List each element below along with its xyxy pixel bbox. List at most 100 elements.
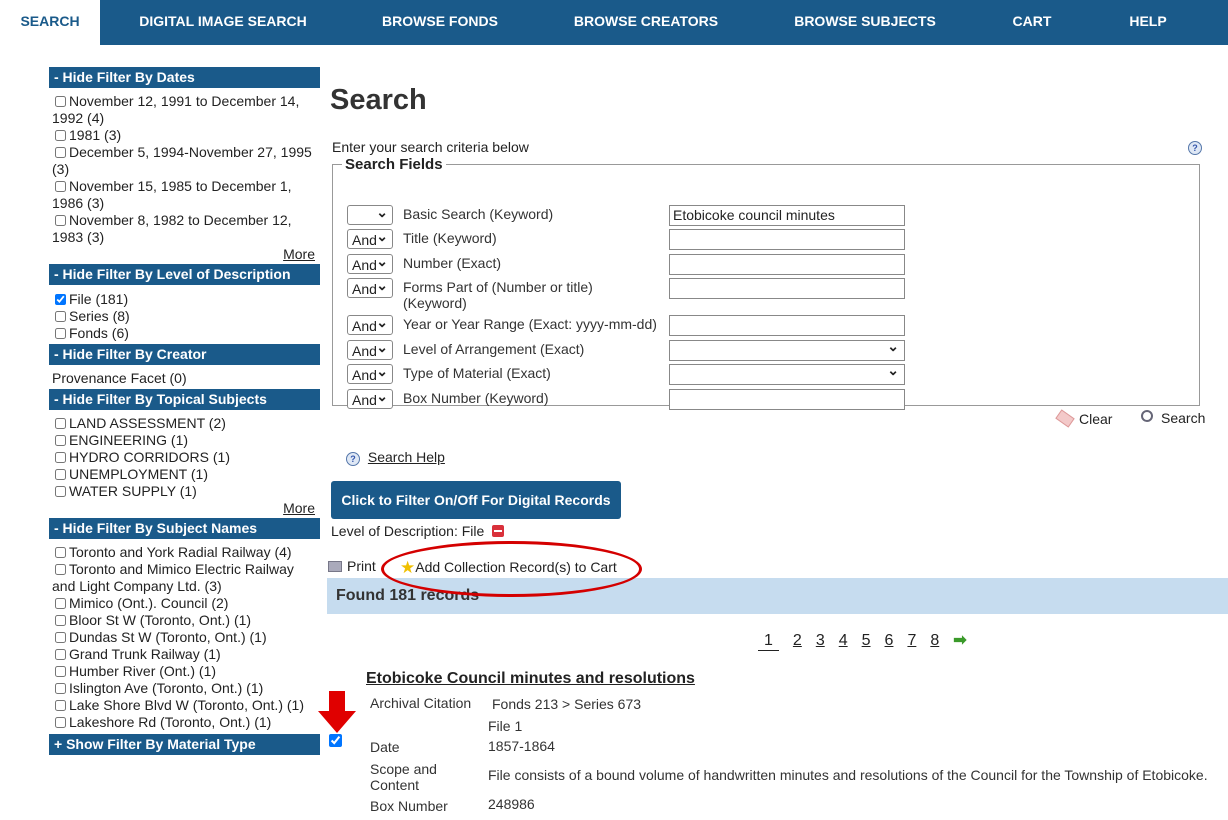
number-input[interactable] [669, 254, 905, 275]
tab-search[interactable]: SEARCH [0, 0, 100, 45]
page-link[interactable]: 8 [930, 632, 939, 650]
filter-checkbox[interactable] [55, 547, 66, 558]
search-help-link[interactable]: ? Search Help [346, 449, 445, 466]
filter-label: HYDRO CORRIDORS (1) [69, 449, 231, 465]
box-number-input[interactable] [669, 389, 905, 410]
filter-item[interactable]: Lake Shore Blvd W (Toronto, Ont.) (1) [49, 697, 320, 714]
filter-level-header[interactable]: - Hide Filter By Level of Description [49, 264, 320, 285]
filter-checkbox[interactable] [55, 632, 66, 643]
record-title-link[interactable]: Etobicoke Council minutes and resolution… [366, 670, 695, 688]
basic-search-input[interactable]: Etobicoke council minutes [669, 205, 905, 226]
filter-item[interactable]: Dundas St W (Toronto, Ont.) (1) [49, 629, 320, 646]
filter-checkbox[interactable] [55, 96, 66, 107]
filter-checkbox[interactable] [55, 666, 66, 677]
next-arrow-icon[interactable]: ➡ [953, 630, 966, 650]
filter-label: November 12, 1991 to December 14, 1992 (… [52, 93, 300, 126]
filter-checkbox[interactable] [55, 469, 66, 480]
filter-names-header[interactable]: - Hide Filter By Subject Names [49, 518, 320, 539]
topical-more-link[interactable]: More [49, 500, 320, 516]
tab-browse-creators[interactable]: BROWSE CREATORS [566, 0, 726, 45]
filter-item[interactable]: LAND ASSESSMENT (2) [49, 415, 320, 432]
filter-checkbox[interactable] [55, 328, 66, 339]
search-button[interactable]: Search [1141, 410, 1205, 426]
filter-item[interactable]: 1981 (3) [49, 127, 320, 144]
operator-select[interactable]: And [347, 251, 393, 274]
tab-digital-image-search[interactable]: DIGITAL IMAGE SEARCH [130, 0, 316, 45]
title-input[interactable] [669, 229, 905, 250]
page-link[interactable]: 3 [816, 632, 825, 650]
operator-select[interactable]: And [347, 361, 393, 384]
remove-filter-icon[interactable] [492, 525, 505, 537]
record-select-checkbox[interactable] [329, 734, 342, 747]
filter-checkbox[interactable] [55, 564, 66, 575]
filter-label: Lake Shore Blvd W (Toronto, Ont.) (1) [69, 697, 304, 713]
tab-cart[interactable]: CART [1002, 0, 1062, 45]
filter-item[interactable]: ENGINEERING (1) [49, 432, 320, 449]
page-link[interactable]: 1 [758, 632, 779, 651]
filter-item[interactable]: Toronto and York Radial Railway (4) [49, 544, 320, 561]
filter-item[interactable]: November 12, 1991 to December 14, 1992 (… [49, 93, 320, 127]
dates-more-link[interactable]: More [49, 246, 320, 262]
filter-checkbox[interactable] [55, 452, 66, 463]
tab-browse-subjects[interactable]: BROWSE SUBJECTS [786, 0, 944, 45]
filter-checkbox[interactable] [55, 130, 66, 141]
filter-checkbox[interactable] [55, 215, 66, 226]
page-link[interactable]: 7 [907, 632, 916, 650]
filter-item[interactable]: Mimico (Ont.). Council (2) [49, 595, 320, 612]
filter-item[interactable]: Series (8) [49, 308, 320, 325]
filter-item[interactable]: Islington Ave (Toronto, Ont.) (1) [49, 680, 320, 697]
filter-item[interactable]: File (181) [49, 291, 320, 308]
page-link[interactable]: 5 [862, 632, 871, 650]
help-icon[interactable]: ? [1188, 141, 1202, 155]
filter-item[interactable]: Toronto and Mimico Electric Railway and … [49, 561, 320, 595]
filter-checkbox[interactable] [55, 683, 66, 694]
filter-checkbox[interactable] [55, 147, 66, 158]
filter-topical-header[interactable]: - Hide Filter By Topical Subjects [49, 389, 320, 410]
filter-item[interactable]: Lakeshore Rd (Toronto, Ont.) (1) [49, 714, 320, 731]
filter-creator-header[interactable]: - Hide Filter By Creator [49, 344, 320, 365]
filter-item[interactable]: Fonds (6) [49, 325, 320, 342]
operator-select[interactable] [347, 202, 393, 225]
filter-item[interactable]: December 5, 1994-November 27, 1995 (3) [49, 144, 320, 178]
filter-item[interactable]: UNEMPLOYMENT (1) [49, 466, 320, 483]
filter-checkbox[interactable] [55, 418, 66, 429]
type-of-material-select[interactable] [669, 361, 905, 385]
year-range-input[interactable] [669, 315, 905, 336]
filter-item[interactable]: Bloor St W (Toronto, Ont.) (1) [49, 612, 320, 629]
operator-select[interactable]: And [347, 337, 393, 360]
filter-label: Islington Ave (Toronto, Ont.) (1) [69, 680, 264, 696]
filter-item[interactable]: November 8, 1982 to December 12, 1983 (3… [49, 212, 320, 246]
filter-item[interactable]: HYDRO CORRIDORS (1) [49, 449, 320, 466]
filter-item[interactable]: Grand Trunk Railway (1) [49, 646, 320, 663]
forms-part-of-input[interactable] [669, 278, 905, 299]
filter-material-header[interactable]: + Show Filter By Material Type [49, 734, 320, 755]
operator-select[interactable]: And [347, 386, 393, 409]
filter-checkbox[interactable] [55, 649, 66, 660]
digital-records-toggle-button[interactable]: Click to Filter On/Off For Digital Recor… [331, 481, 621, 519]
filter-checkbox[interactable] [55, 294, 66, 305]
filter-checkbox[interactable] [55, 598, 66, 609]
page-link[interactable]: 6 [885, 632, 894, 650]
filter-item[interactable]: WATER SUPPLY (1) [49, 483, 320, 500]
filter-dates-header[interactable]: - Hide Filter By Dates [49, 67, 320, 88]
operator-select[interactable]: And [347, 275, 393, 298]
level-of-arrangement-select[interactable] [669, 337, 905, 361]
field-label: Year or Year Range (Exact: yyyy-mm-dd) [403, 316, 657, 332]
tab-browse-fonds[interactable]: BROWSE FONDS [370, 0, 510, 45]
page-link[interactable]: 2 [793, 632, 802, 650]
print-button[interactable]: Print [328, 558, 376, 574]
clear-button[interactable]: Clear [1055, 409, 1112, 428]
filter-item[interactable]: November 15, 1985 to December 1, 1986 (3… [49, 178, 320, 212]
filter-checkbox[interactable] [55, 700, 66, 711]
page-link[interactable]: 4 [839, 632, 848, 650]
filter-item[interactable]: Humber River (Ont.) (1) [49, 663, 320, 680]
filter-checkbox[interactable] [55, 181, 66, 192]
filter-checkbox[interactable] [55, 311, 66, 322]
operator-select[interactable]: And [347, 226, 393, 249]
filter-checkbox[interactable] [55, 435, 66, 446]
filter-checkbox[interactable] [55, 717, 66, 728]
filter-checkbox[interactable] [55, 486, 66, 497]
tab-help[interactable]: HELP [1118, 0, 1178, 45]
filter-checkbox[interactable] [55, 615, 66, 626]
operator-select[interactable]: And [347, 312, 393, 335]
